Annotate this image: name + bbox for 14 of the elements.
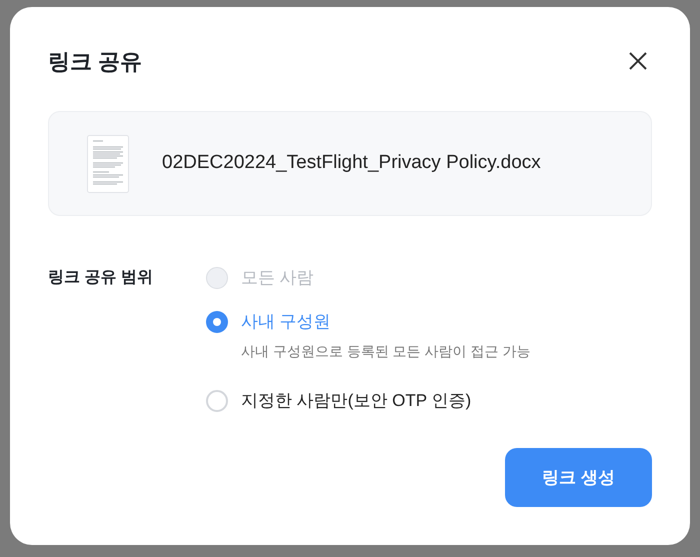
scope-label: 링크 공유 범위 <box>48 268 154 288</box>
dialog-title: 링크 공유 <box>48 48 142 76</box>
close-icon <box>629 52 647 70</box>
file-name: 02DEC20224_TestFlight_Privacy Policy.docx <box>162 151 541 176</box>
document-thumbnail-icon <box>87 134 129 192</box>
option-label: 모든 사람 <box>241 267 314 290</box>
radio-option[interactable]: 사내 구성원 <box>206 305 530 339</box>
option-label: 지정한 사람만(보안 OTP 인증) <box>241 390 472 412</box>
option-label: 사내 구성원 <box>241 311 331 334</box>
radio-button[interactable] <box>206 311 228 333</box>
option-description: 사내 구성원으로 등록된 모든 사람이 접근 가능 <box>241 342 530 361</box>
radio-option[interactable]: 지정한 사람만(보안 OTP 인증) <box>206 384 530 418</box>
radio-button[interactable] <box>206 390 228 412</box>
create-link-button[interactable]: 링크 생성 <box>505 448 652 507</box>
